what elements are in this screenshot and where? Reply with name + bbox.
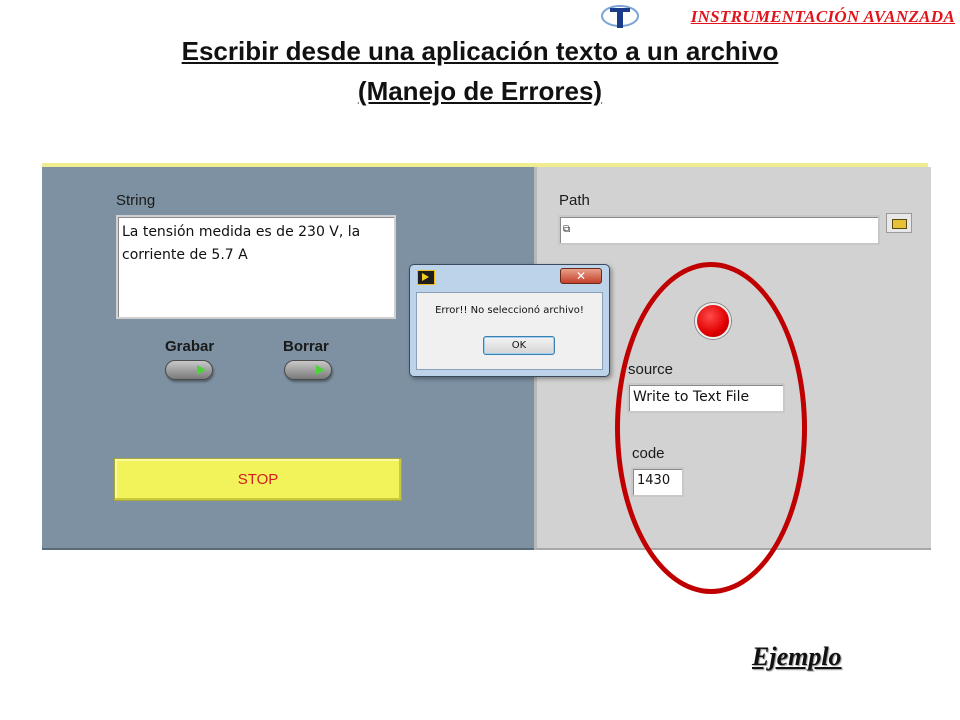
- path-label: Path: [559, 192, 590, 209]
- labview-icon: [417, 270, 435, 285]
- folder-icon: [892, 219, 907, 229]
- highlight-ellipse: [615, 262, 807, 594]
- close-button[interactable]: ✕: [560, 268, 602, 284]
- string-label: String: [116, 192, 156, 209]
- play-arrow-icon: [316, 365, 325, 375]
- error-dialog: ✕ Error!! No seleccionó archivo! OK: [409, 264, 610, 377]
- grabar-label: Grabar: [165, 338, 215, 355]
- footer-label: Ejemplo: [752, 642, 842, 671]
- string-textbox[interactable]: La tensión medida es de 230 V, la corrie…: [116, 215, 396, 319]
- dialog-body: Error!! No seleccionó archivo! OK: [416, 292, 603, 370]
- path-input[interactable]: ⧉: [558, 215, 880, 245]
- brand-header: INSTRUMENTACIÓN AVANZADA: [600, 2, 955, 30]
- borrar-label: Borrar: [283, 338, 329, 355]
- path-type-icon: ⧉: [563, 224, 571, 235]
- page-subtitle: (Manejo de Errores): [357, 76, 603, 106]
- ok-button[interactable]: OK: [483, 336, 555, 355]
- brand-name: INSTRUMENTACIÓN AVANZADA: [690, 7, 955, 26]
- university-logo-icon: [601, 5, 639, 28]
- borrar-button[interactable]: [284, 360, 332, 380]
- play-arrow-icon: [197, 365, 206, 375]
- grabar-button[interactable]: [165, 360, 213, 380]
- browse-button[interactable]: [886, 213, 912, 233]
- stop-button[interactable]: STOP: [114, 458, 402, 501]
- page-title: Escribir desde una aplicación texto a un…: [181, 36, 779, 66]
- dialog-message: Error!! No seleccionó archivo!: [435, 305, 584, 316]
